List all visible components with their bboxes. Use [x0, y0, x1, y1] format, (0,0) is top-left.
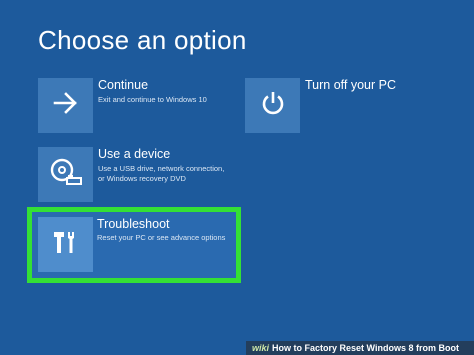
turn-off-label: Turn off your PC	[305, 78, 397, 92]
troubleshoot-description: Reset your PC or see advance options	[97, 233, 226, 242]
tools-icon	[52, 229, 80, 260]
continue-description: Exit and continue to Windows 10	[98, 95, 207, 104]
use-a-device-option[interactable]: Use a device Use a USB drive, network co…	[38, 147, 238, 204]
power-icon	[260, 90, 286, 121]
troubleshoot-option[interactable]: Troubleshoot Reset your PC or see advanc…	[27, 207, 241, 283]
recovery-screen: Choose an option Continue Exit and conti…	[0, 0, 474, 355]
continue-option[interactable]: Continue Exit and continue to Windows 10	[38, 78, 238, 135]
page-title: Choose an option	[38, 25, 247, 55]
arrow-right-icon	[53, 92, 79, 119]
troubleshoot-label: Troubleshoot	[97, 217, 170, 231]
continue-label: Continue	[98, 78, 149, 92]
watermark-text: How to Factory Reset Windows 8 from Boot	[272, 343, 459, 353]
disc-drive-icon	[49, 157, 83, 192]
use-a-device-description-line2: or Windows recovery DVD	[98, 174, 186, 183]
turn-off-option[interactable]: Turn off your PC	[245, 78, 445, 135]
watermark-caption: wiki How to Factory Reset Windows 8 from …	[246, 341, 474, 355]
watermark-brand: wiki	[252, 343, 270, 353]
troubleshoot-tile[interactable]	[38, 217, 93, 272]
continue-tile[interactable]	[38, 78, 93, 133]
turn-off-tile[interactable]	[245, 78, 300, 133]
use-a-device-description-line1: Use a USB drive, network connection,	[98, 164, 225, 173]
use-a-device-label: Use a device	[98, 147, 171, 161]
use-a-device-tile[interactable]	[38, 147, 93, 202]
